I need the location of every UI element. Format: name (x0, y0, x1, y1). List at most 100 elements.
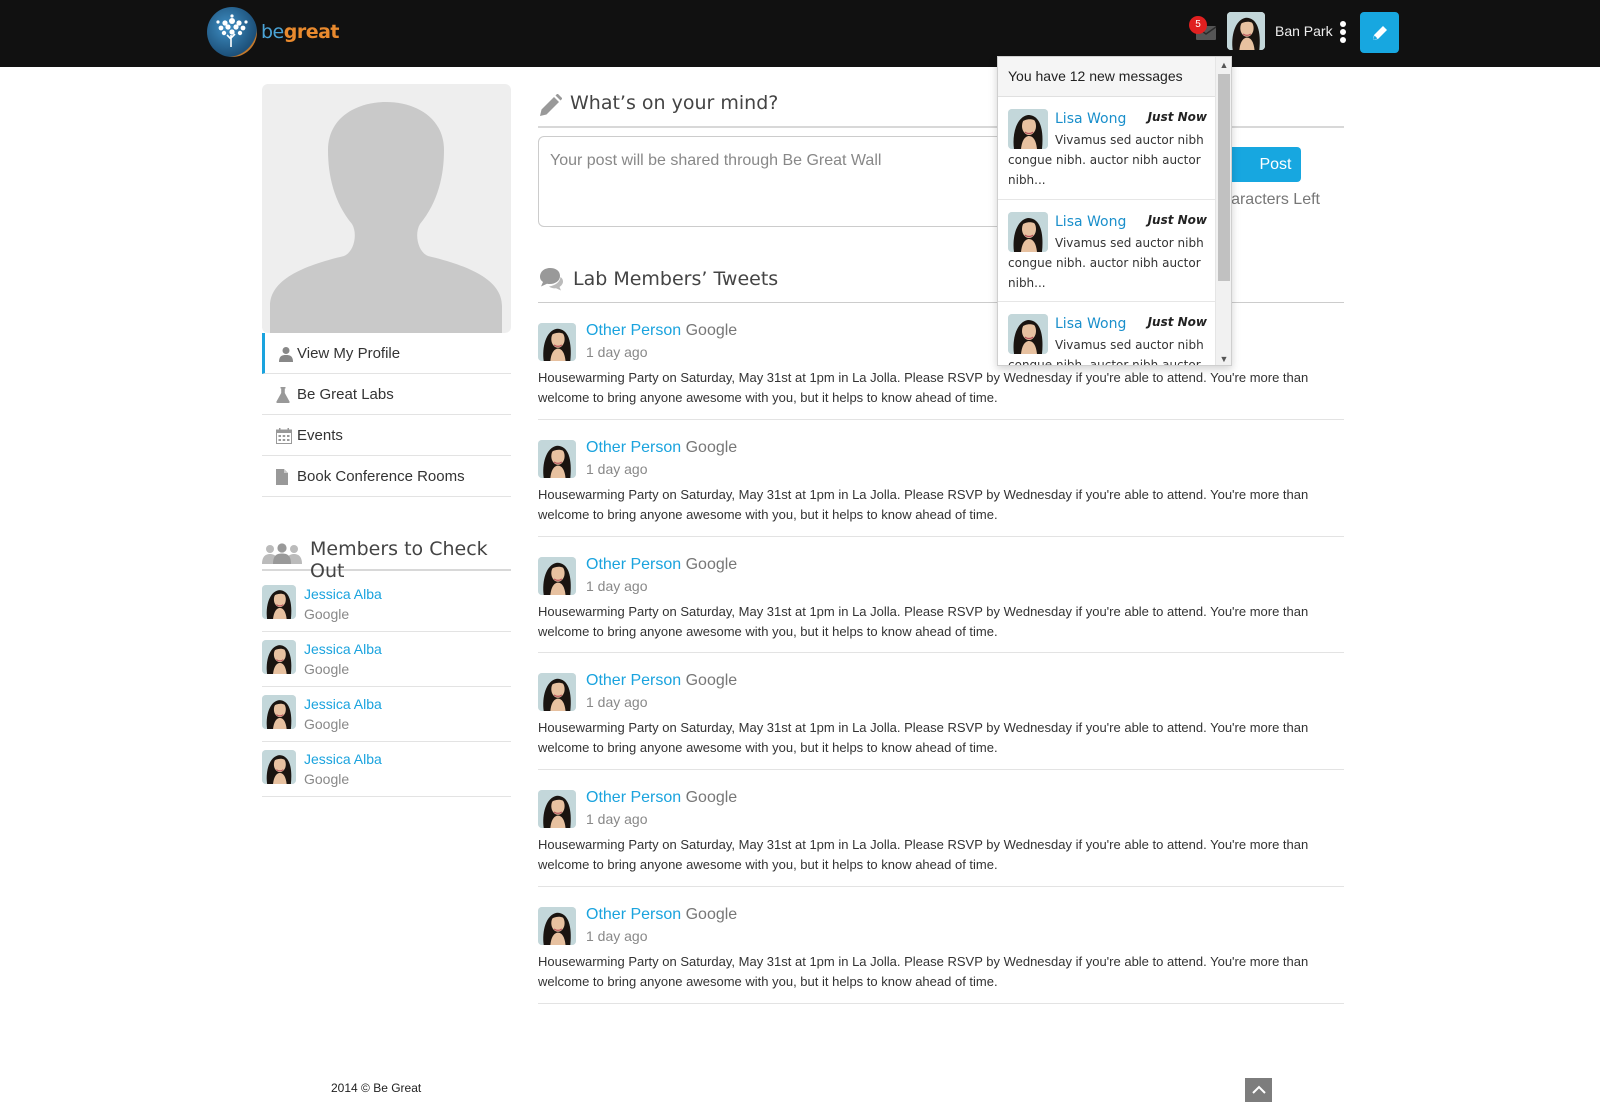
member-avatar[interactable] (262, 695, 296, 729)
tweet-timestamp: 1 day ago (586, 344, 648, 360)
user-avatar[interactable] (1227, 12, 1265, 50)
tweet-timestamp: 1 day ago (586, 577, 648, 594)
tweet-author-org: Google (685, 905, 738, 923)
list-item[interactable]: Jessica Alba Google (262, 687, 511, 742)
brand-wordmark: begreat (261, 21, 340, 43)
sidebar-item-label: Book Conference Rooms (297, 467, 465, 485)
logo-tree-icon (207, 7, 257, 57)
message-sender-name[interactable]: Lisa Wong (1055, 214, 1126, 230)
tweet-author-org: Google (685, 322, 738, 339)
members-list: Jessica Alba Google Jessica Alba Google … (262, 577, 511, 797)
pencil-icon (1372, 25, 1387, 40)
message-time: Just Now (1147, 212, 1207, 227)
chat-bubbles-icon (540, 268, 563, 291)
sidebar-nav: View My Profile Be Great Labs Events Boo… (262, 333, 511, 497)
message-time: Just Now (1147, 110, 1207, 124)
tweet-author-avatar[interactable] (538, 323, 576, 361)
tweet-author-line: Other Person Google (586, 322, 737, 340)
compose-button[interactable] (1360, 12, 1399, 53)
tweet-body: Housewarming Party on Saturday, May 31st… (538, 370, 1309, 405)
member-org: Google (304, 661, 350, 677)
message-sender-name[interactable]: Lisa Wong (1055, 316, 1126, 332)
tweet-author-line: Other Person Google (586, 439, 737, 457)
tweet-body: Housewarming Party on Saturday, May 31st… (538, 837, 1309, 873)
message-time: Just Now (1147, 315, 1207, 329)
back-to-top-button[interactable] (1245, 1078, 1272, 1102)
brand-great: great (283, 21, 340, 43)
tweet-timestamp: 1 day ago (586, 811, 648, 828)
tweet-author-avatar[interactable] (538, 790, 576, 829)
message-item[interactable]: Lisa Wong Just Now Vivamus sed auctor ni… (998, 200, 1217, 302)
message-sender-name[interactable]: Lisa Wong (1055, 111, 1126, 127)
tweet-author-avatar[interactable] (538, 439, 576, 478)
scrollbar-thumb[interactable] (1218, 74, 1230, 281)
tweet-timestamp: 1 day ago (586, 694, 648, 711)
user-icon (279, 347, 293, 362)
footer-copyright: 2014 © Be Great (331, 1081, 422, 1095)
messages-dropdown: You have 12 new messages Lisa Wong Just … (997, 56, 1232, 366)
user-name[interactable]: Ban Park (1275, 23, 1333, 39)
tweet-author-avatar[interactable] (538, 556, 576, 595)
messages-scrollbar[interactable]: ▲ ▼ (1215, 57, 1231, 365)
sidebar-item-book-conference-rooms[interactable]: Book Conference Rooms (262, 456, 511, 497)
message-item[interactable]: Lisa Wong Just Now Vivamus sed auctor ni… (998, 302, 1217, 365)
scroll-down-arrow-icon[interactable]: ▼ (1216, 351, 1231, 365)
message-preview: Vivamus sed auctor nibh congue nibh. auc… (1008, 133, 1204, 187)
tweet-body: Housewarming Party on Saturday, May 31st… (538, 720, 1309, 756)
messages-list: Lisa Wong Just Now Vivamus sed auctor ni… (998, 97, 1217, 365)
member-org: Google (304, 606, 350, 622)
message-item[interactable]: Lisa Wong Just Now Vivamus sed auctor ni… (998, 97, 1217, 200)
tweet-timestamp: 1 day ago (586, 927, 648, 944)
tweet-author-org: Google (685, 555, 738, 573)
sidebar-item-view-profile[interactable]: View My Profile (262, 333, 511, 374)
tweets-section-title: Lab Members’ Tweets (573, 268, 779, 290)
member-name-link[interactable]: Jessica Alba (304, 641, 382, 657)
more-vertical-icon[interactable] (1339, 21, 1347, 47)
list-item[interactable]: Jessica Alba Google (262, 742, 511, 797)
profile-photo-placeholder[interactable] (262, 84, 511, 333)
tweet-author-link[interactable]: Other Person (586, 906, 681, 923)
brand-logo[interactable]: begreat (207, 7, 340, 57)
brand-be: be (261, 21, 284, 43)
post-button-label: Post (1259, 155, 1292, 173)
group-icon (262, 543, 302, 564)
tweet-author-avatar[interactable] (538, 906, 576, 945)
tweet-author-org: Google (685, 672, 738, 690)
member-name-link[interactable]: Jessica Alba (304, 751, 382, 767)
sidebar-item-be-great-labs[interactable]: Be Great Labs (262, 374, 511, 415)
list-item[interactable]: Jessica Alba Google (262, 577, 511, 632)
tweet-item: Other Person Google 1 day ago Housewarmi… (538, 420, 1344, 537)
sidebar-item-label: View My Profile (297, 344, 401, 362)
member-org: Google (304, 771, 350, 787)
tweet-item: Other Person Google 1 day ago Housewarmi… (538, 537, 1344, 654)
tweet-author-link[interactable]: Other Person (586, 439, 681, 456)
tweet-author-line: Other Person Google (586, 789, 737, 807)
tweet-author-line: Other Person Google (586, 556, 737, 574)
tweet-author-link[interactable]: Other Person (586, 322, 681, 339)
tweet-author-link[interactable]: Other Person (586, 556, 681, 573)
tweet-author-org: Google (685, 438, 738, 456)
member-avatar[interactable] (262, 585, 296, 619)
member-name-link[interactable]: Jessica Alba (304, 696, 382, 712)
message-count-badge: 5 (1189, 16, 1207, 34)
member-avatar[interactable] (262, 640, 296, 674)
calendar-icon (276, 428, 292, 444)
scroll-up-arrow-icon[interactable]: ▲ (1216, 57, 1231, 73)
tweet-body: Housewarming Party on Saturday, May 31st… (538, 603, 1309, 639)
member-avatar[interactable] (262, 750, 296, 784)
member-name-link[interactable]: Jessica Alba (304, 586, 382, 602)
member-org: Google (304, 716, 350, 732)
sidebar-item-label: Be Great Labs (297, 385, 394, 403)
tweet-author-avatar[interactable] (538, 673, 576, 712)
tweet-author-line: Other Person Google (586, 906, 737, 924)
tweet-author-link[interactable]: Other Person (586, 672, 681, 689)
tweet-author-link[interactable]: Other Person (586, 789, 681, 806)
tweet-author-line: Other Person Google (586, 672, 737, 690)
sidebar-item-events[interactable]: Events (262, 415, 511, 456)
tweet-item: Other Person Google 1 day ago Housewarmi… (538, 887, 1344, 1004)
members-section-header: Members to Check Out (262, 536, 511, 582)
flask-icon (276, 387, 290, 403)
tweets-list: Other Person Google 1 day ago Housewarmi… (538, 303, 1344, 1004)
list-item[interactable]: Jessica Alba Google (262, 632, 511, 687)
composer-title: What’s on your mind? (570, 92, 779, 114)
